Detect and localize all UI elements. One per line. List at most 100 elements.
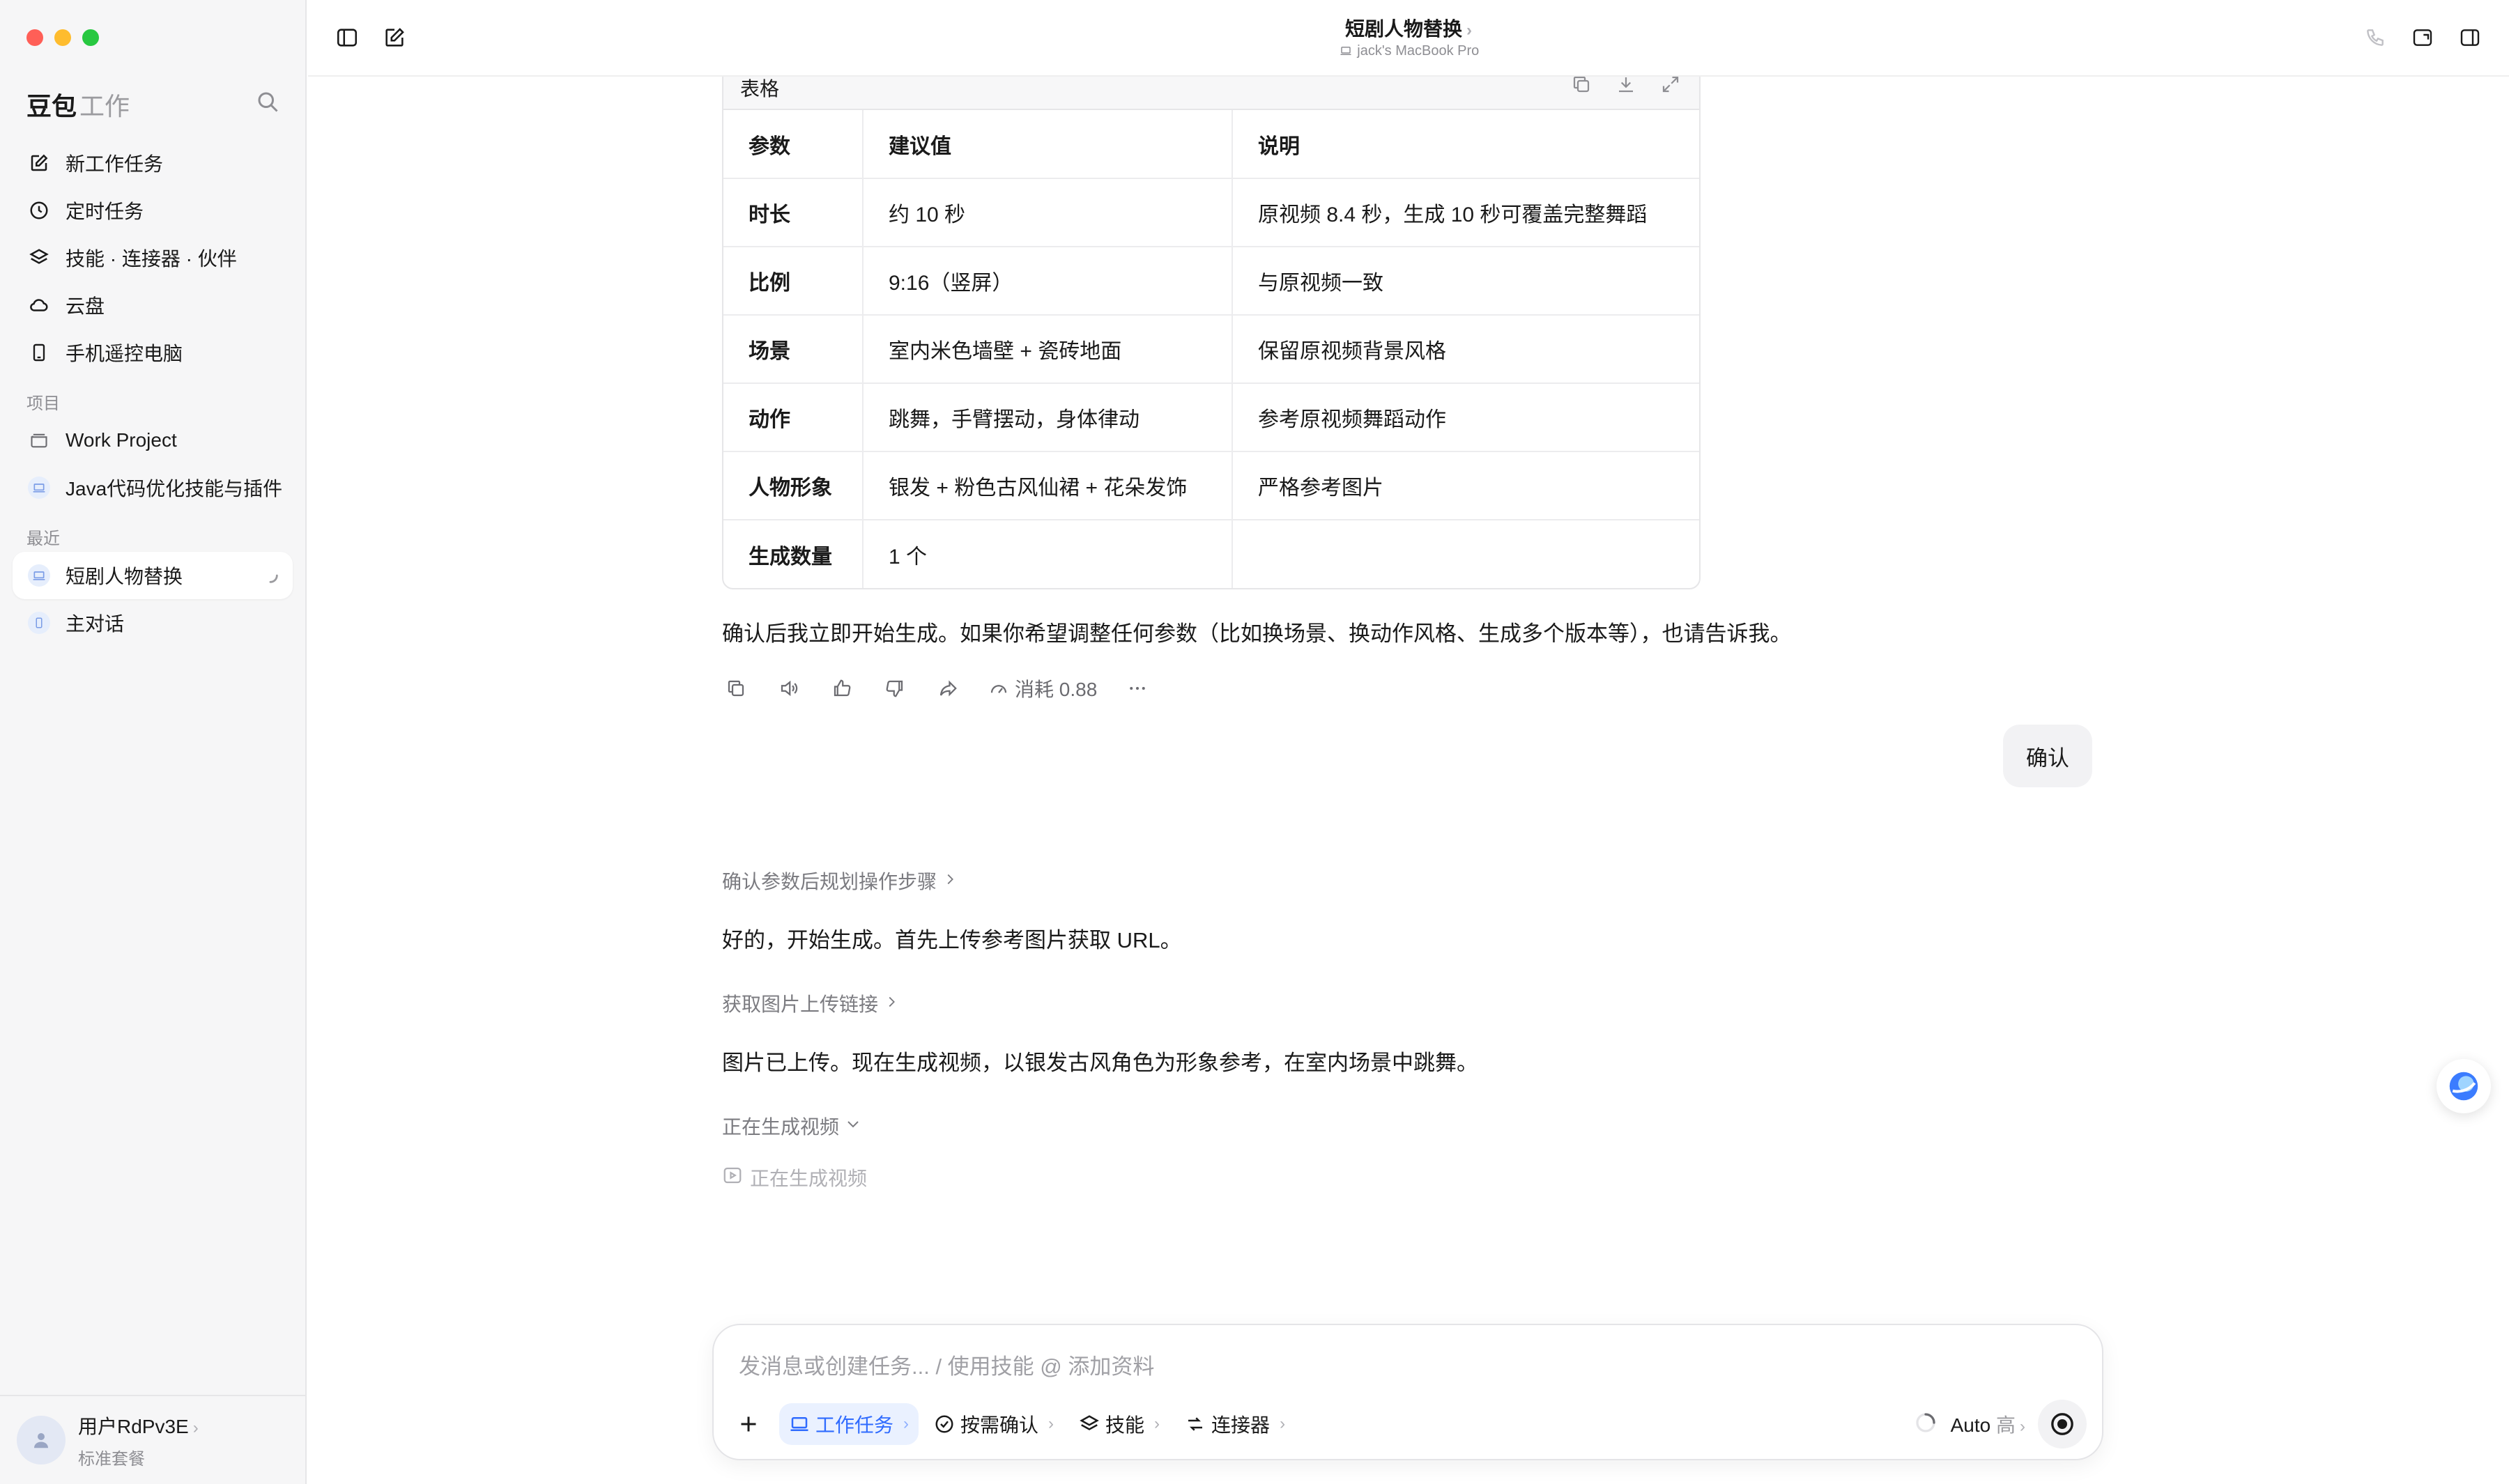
chevron-right-icon bbox=[942, 869, 958, 892]
sidebar-item-scheduled[interactable]: 定时任务 bbox=[13, 187, 293, 234]
clock-icon bbox=[26, 198, 52, 223]
parameter-table-card: 表格 参数 建议值 说明 时长 约 10 秒 原视频 8.4 秒，生成 10 秒… bbox=[722, 49, 1701, 589]
composer-input[interactable]: 发消息或创建任务... / 使用技能 @ 添加资料 bbox=[739, 1349, 1154, 1380]
table-cell: 跳舞，手臂摆动，身体律动 bbox=[863, 383, 1233, 452]
step-label: 正在生成视频 bbox=[722, 1116, 840, 1138]
sidebar-item-label: 技能 · 连接器 · 伙伴 bbox=[66, 248, 237, 270]
table-cell: 参考原视频舞蹈动作 bbox=[1232, 383, 1699, 452]
sidebar-item-cloud[interactable]: 云盘 bbox=[13, 281, 293, 329]
table-cell: 9:16（竖屏） bbox=[863, 247, 1233, 316]
step-toggle[interactable]: 获取图片上传链接 bbox=[722, 989, 899, 1017]
model-selector[interactable]: Auto 高 › bbox=[1951, 1410, 2025, 1438]
chip-label: 技能 bbox=[1105, 1414, 1145, 1436]
phone-call-icon[interactable] bbox=[2361, 24, 2389, 52]
record-icon bbox=[2051, 1413, 2073, 1435]
record-button[interactable] bbox=[2038, 1400, 2087, 1448]
chip-connectors[interactable]: 连接器 › bbox=[1175, 1403, 1295, 1445]
sidebar-item-label: 新工作任务 bbox=[66, 153, 164, 175]
table-header-cell: 说明 bbox=[1232, 110, 1699, 179]
open-window-icon[interactable] bbox=[2409, 24, 2437, 52]
table-cell: 人物形象 bbox=[723, 451, 864, 520]
table-row: 动作 跳舞，手臂摆动，身体律动 参考原视频舞蹈动作 bbox=[723, 383, 1699, 452]
assistant-message: 好的，开始生成。首先上传参考图片获取 URL。 bbox=[722, 928, 1182, 952]
thumbs-up-icon[interactable] bbox=[829, 676, 854, 701]
chevron-right-icon: › bbox=[2020, 1417, 2025, 1436]
chip-label: 连接器 bbox=[1211, 1414, 1271, 1436]
table-cell: 严格参考图片 bbox=[1232, 451, 1699, 520]
top-bar: 短剧人物替换 › jack's MacBook Pro bbox=[308, 0, 2509, 77]
composer-toolbar: 工作任务 › 按需确认 › 技能 › 连接器 › Auto 高 › bbox=[729, 1400, 2087, 1448]
generating-status: 正在生成视频 bbox=[722, 1164, 867, 1191]
table-cell bbox=[1232, 520, 1699, 588]
share-icon[interactable] bbox=[935, 676, 960, 701]
cost-value: 消耗 0.88 bbox=[1015, 679, 1098, 700]
model-label: Auto bbox=[1950, 1414, 1991, 1436]
table-cell: 场景 bbox=[723, 315, 864, 384]
generating-label: 正在生成视频 bbox=[750, 1168, 868, 1189]
brand-sub: 工作 bbox=[79, 92, 130, 121]
sidebar-item-new-task[interactable]: 新工作任务 bbox=[13, 139, 293, 187]
phone-icon bbox=[26, 340, 52, 365]
user-name: 用户RdPv3E bbox=[78, 1415, 189, 1437]
sidebar-item-recent[interactable]: 主对话 bbox=[13, 599, 293, 647]
speaker-icon[interactable] bbox=[776, 676, 801, 701]
more-icon[interactable] bbox=[1125, 676, 1150, 701]
step-toggle[interactable]: 确认参数后规划操作步骤 bbox=[722, 867, 958, 895]
conversation-title[interactable]: 短剧人物替换 › bbox=[308, 14, 2509, 42]
brand-name: 豆包 bbox=[26, 92, 77, 121]
chip-confirm-mode[interactable]: 按需确认 › bbox=[924, 1403, 1064, 1445]
table-row: 比例 9:16（竖屏） 与原视频一致 bbox=[723, 247, 1699, 316]
main-area: 表格 参数 建议值 说明 时长 约 10 秒 原视频 8.4 秒，生成 10 秒… bbox=[308, 0, 2509, 1484]
copy-icon[interactable] bbox=[723, 676, 749, 701]
chevron-right-icon: › bbox=[1280, 1414, 1286, 1433]
expand-icon[interactable] bbox=[1660, 74, 1681, 98]
chip-label: 按需确认 bbox=[960, 1414, 1039, 1436]
search-icon[interactable] bbox=[255, 89, 283, 117]
table-header-cell: 参数 bbox=[723, 110, 864, 179]
add-icon[interactable] bbox=[729, 1405, 768, 1444]
chevron-right-icon: › bbox=[192, 1418, 199, 1437]
chevron-right-icon: › bbox=[903, 1414, 910, 1433]
step-label: 获取图片上传链接 bbox=[722, 994, 879, 1015]
table-row: 场景 室内米色墙壁 + 瓷砖地面 保留原视频背景风格 bbox=[723, 315, 1699, 384]
sidebar-item-skills[interactable]: 技能 · 连接器 · 伙伴 bbox=[13, 234, 293, 281]
message-composer: 发消息或创建任务... / 使用技能 @ 添加资料 工作任务 › 按需确认 › … bbox=[712, 1324, 2103, 1460]
sidebar-item-label: Work Project bbox=[66, 429, 177, 451]
floating-assistant-button[interactable] bbox=[2437, 1059, 2491, 1113]
device-label: jack's MacBook Pro bbox=[308, 43, 2509, 59]
chip-work-task[interactable]: 工作任务 › bbox=[779, 1403, 919, 1445]
sidebar-item-project[interactable]: Work Project bbox=[13, 417, 293, 464]
app-brand: 豆包 工作 bbox=[26, 86, 130, 123]
sidebar-item-project[interactable]: Java代码优化技能与插件 bbox=[13, 464, 293, 511]
connector-icon bbox=[1185, 1414, 1206, 1435]
chevron-right-icon: › bbox=[1154, 1414, 1160, 1433]
table-cell: 时长 bbox=[723, 178, 864, 247]
table-row: 时长 约 10 秒 原视频 8.4 秒，生成 10 秒可覆盖完整舞蹈 bbox=[723, 178, 1699, 247]
close-window-button[interactable] bbox=[26, 29, 43, 46]
table-cell: 银发 + 粉色古风仙裙 + 花朵发饰 bbox=[863, 451, 1233, 520]
table-cell: 与原视频一致 bbox=[1232, 247, 1699, 316]
table-cell: 约 10 秒 bbox=[863, 178, 1233, 247]
sidebar-item-recent-active[interactable]: 短剧人物替换 bbox=[13, 552, 293, 599]
check-circle-icon bbox=[934, 1414, 955, 1435]
zoom-window-button[interactable] bbox=[82, 29, 99, 46]
loading-spinner-icon bbox=[1913, 1410, 1938, 1439]
minimize-window-button[interactable] bbox=[54, 29, 71, 46]
chevron-right-icon: › bbox=[1466, 21, 1472, 40]
sidebar-item-remote[interactable]: 手机遥控电脑 bbox=[13, 329, 293, 376]
copy-table-icon[interactable] bbox=[1571, 74, 1592, 98]
step-toggle-expanded[interactable]: 正在生成视频 bbox=[722, 1112, 861, 1140]
chevron-right-icon bbox=[884, 992, 899, 1014]
table-row: 人物形象 银发 + 粉色古风仙裙 + 花朵发饰 严格参考图片 bbox=[723, 451, 1699, 520]
sidebar-item-label: 主对话 bbox=[66, 613, 125, 635]
table-cell: 室内米色墙壁 + 瓷砖地面 bbox=[863, 315, 1233, 384]
toggle-panel-icon[interactable] bbox=[2456, 24, 2484, 52]
parameter-table: 参数 建议值 说明 时长 约 10 秒 原视频 8.4 秒，生成 10 秒可覆盖… bbox=[723, 110, 1699, 588]
user-profile[interactable]: 用户RdPv3E › 标准套餐 bbox=[0, 1395, 305, 1484]
layers-icon bbox=[26, 245, 52, 270]
sidebar-item-label: 定时任务 bbox=[66, 201, 144, 222]
thumbs-down-icon[interactable] bbox=[882, 676, 907, 701]
title-text: 短剧人物替换 bbox=[1344, 18, 1462, 40]
download-icon[interactable] bbox=[1616, 74, 1636, 98]
chip-skills[interactable]: 技能 › bbox=[1069, 1403, 1169, 1445]
